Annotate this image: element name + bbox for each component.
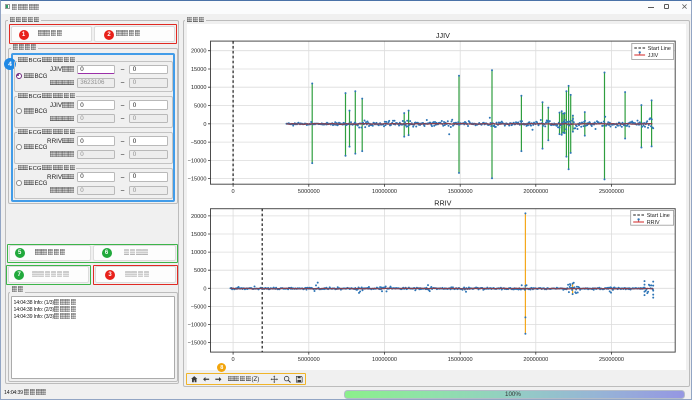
svg-text:20000: 20000 bbox=[191, 214, 207, 220]
svg-text:25000000: 25000000 bbox=[599, 357, 624, 363]
svg-text:Start Line: Start Line bbox=[648, 46, 671, 52]
svg-text:−10000: −10000 bbox=[188, 323, 207, 329]
svg-text:JJIV: JJIV bbox=[648, 53, 659, 59]
svg-text:15000: 15000 bbox=[191, 232, 207, 238]
svg-text:20000: 20000 bbox=[191, 49, 207, 55]
svg-text:15000000: 15000000 bbox=[448, 190, 473, 196]
svg-text:10000000: 10000000 bbox=[372, 190, 397, 196]
svg-text:5000000: 5000000 bbox=[298, 190, 320, 196]
svg-text:5000: 5000 bbox=[194, 269, 206, 275]
svg-text:15000: 15000 bbox=[191, 67, 207, 73]
svg-text:0: 0 bbox=[232, 190, 235, 196]
svg-text:RRIV: RRIV bbox=[647, 220, 660, 226]
svg-text:RRIV: RRIV bbox=[434, 199, 451, 208]
svg-text:−10000: −10000 bbox=[188, 159, 207, 165]
svg-text:Start Line: Start Line bbox=[647, 213, 670, 219]
svg-text:5000: 5000 bbox=[194, 104, 206, 110]
svg-text:0: 0 bbox=[203, 122, 206, 128]
svg-text:10000000: 10000000 bbox=[372, 357, 397, 363]
svg-text:20000000: 20000000 bbox=[523, 357, 548, 363]
svg-text:5000000: 5000000 bbox=[298, 357, 320, 363]
svg-text:−15000: −15000 bbox=[188, 177, 207, 183]
svg-text:0: 0 bbox=[203, 287, 206, 293]
svg-text:−5000: −5000 bbox=[191, 140, 207, 146]
svg-text:20000000: 20000000 bbox=[523, 190, 548, 196]
svg-text:0: 0 bbox=[232, 357, 235, 363]
svg-text:10000: 10000 bbox=[191, 86, 207, 92]
svg-text:25000000: 25000000 bbox=[599, 190, 624, 196]
svg-text:10000: 10000 bbox=[191, 250, 207, 256]
svg-text:15000000: 15000000 bbox=[448, 357, 473, 363]
svg-text:−5000: −5000 bbox=[191, 305, 207, 311]
svg-text:JJIV: JJIV bbox=[436, 31, 450, 40]
svg-text:−15000: −15000 bbox=[188, 341, 207, 347]
